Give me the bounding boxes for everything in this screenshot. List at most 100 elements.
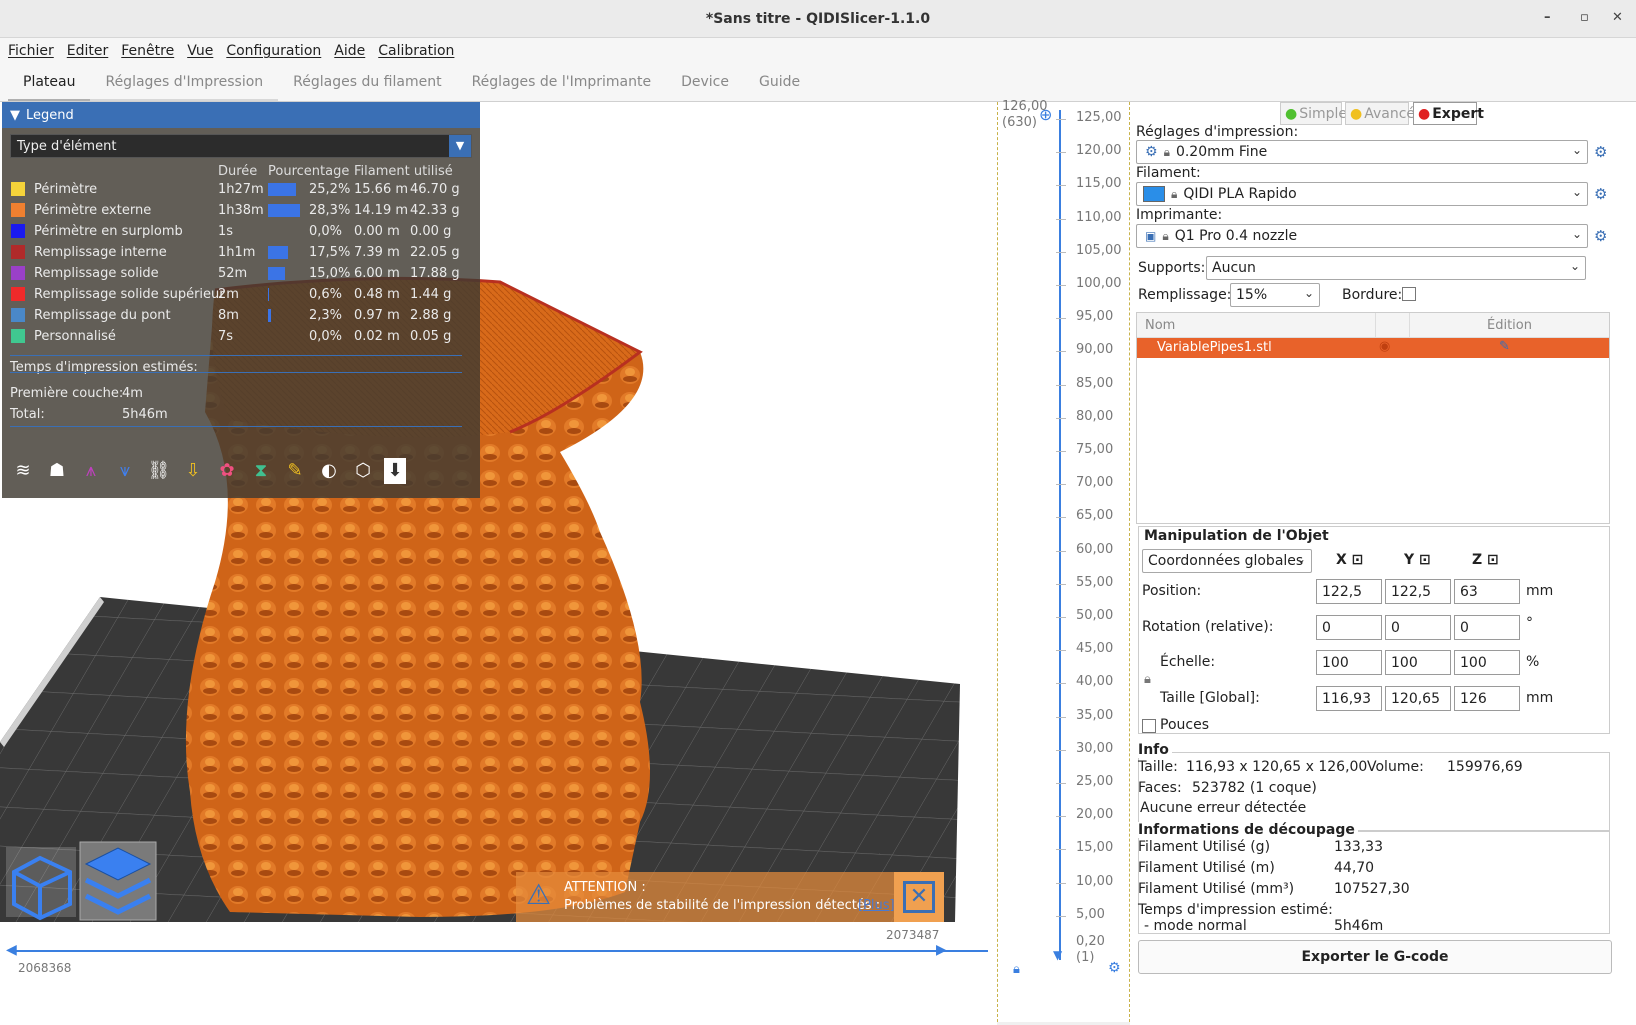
position-x-field[interactable]: 122,5	[1316, 579, 1382, 604]
seams-icon[interactable]: ⛓	[146, 458, 172, 484]
lock-icon[interactable]: 🔒︎	[1013, 962, 1020, 977]
menu-vue[interactable]: Vue	[187, 43, 213, 59]
normal-mode-label: - mode normal	[1144, 918, 1247, 934]
position-label: Position:	[1142, 583, 1202, 599]
info-volume-label: Volume:	[1367, 759, 1424, 775]
object-name: VariablePipes1.stl	[1157, 340, 1272, 355]
tool-changes-icon[interactable]: ⇩	[180, 458, 206, 484]
slider-right-arrow-icon[interactable]: ▶	[936, 942, 947, 958]
filament-select[interactable]: 🔒︎ QIDI PLA Rapido ⌄	[1136, 182, 1588, 206]
legend-row[interactable]: Périmètre 1h27m 25,2% 15.66 m 46.70 g	[2, 178, 480, 200]
uniform-scale-lock-icon[interactable]: 🔒︎	[1144, 672, 1151, 687]
axis-z-label: Z ⊡	[1472, 552, 1499, 568]
printer-select[interactable]: ▣ 🔒︎ Q1 Pro 0.4 nozzle ⌄	[1136, 224, 1588, 248]
scale-z-field[interactable]: 100	[1454, 650, 1520, 675]
legend-row[interactable]: Périmètre en surplomb 1s 0,0% 0.00 m 0.00 g	[2, 220, 480, 242]
size-y-field[interactable]: 120,65	[1385, 686, 1451, 711]
position-y-field[interactable]: 122,5	[1385, 579, 1451, 604]
legend-row[interactable]: Périmètre externe 1h38m 28,3% 14.19 m 42.33 …	[2, 199, 480, 221]
infill-select[interactable]: 15% ⌄	[1230, 283, 1320, 307]
wipe-icon[interactable]: ☗	[44, 458, 70, 484]
manip-title: Manipulation de l'Objet	[1142, 528, 1331, 544]
warning-close-button[interactable]: ✕	[894, 872, 944, 922]
3d-view-button[interactable]	[6, 847, 76, 921]
rotation-y-field[interactable]: 0	[1385, 615, 1451, 640]
maximize-icon[interactable]: ▫	[1580, 10, 1589, 25]
warning-more-link[interactable]: [Plus]	[858, 898, 895, 913]
layer-tick-label: 20,00	[1076, 807, 1114, 823]
custom-gcodes-icon[interactable]: ✎	[282, 458, 308, 484]
layer-tick-mark	[1056, 318, 1066, 320]
menu-calibration[interactable]: Calibration	[378, 43, 454, 59]
color-changes-icon[interactable]: ✿	[214, 458, 240, 484]
pause-prints-icon[interactable]: ⧗	[248, 458, 274, 484]
printer-gear-icon[interactable]: ⚙	[1594, 228, 1610, 244]
export-gcode-button[interactable]: Exporter le G-code	[1138, 940, 1612, 974]
tab-plateau[interactable]: Plateau	[8, 74, 91, 101]
eye-icon[interactable]: ◉	[1379, 339, 1390, 354]
tab-guide[interactable]: Guide	[744, 74, 815, 101]
info-title: Info	[1138, 742, 1172, 758]
menu-fenetre[interactable]: Fenêtre	[121, 43, 174, 59]
size-z-field[interactable]: 126	[1454, 686, 1520, 711]
center-of-gravity-icon[interactable]: ◐	[316, 458, 342, 484]
tab-bar: Plateau Réglages d'Impression Réglages d…	[0, 64, 1636, 102]
rotation-z-field[interactable]: 0	[1454, 615, 1520, 640]
retractions-icon[interactable]: ⩚	[78, 458, 104, 484]
brim-checkbox[interactable]	[1402, 287, 1416, 301]
printer-value: Q1 Pro 0.4 nozzle	[1174, 228, 1298, 244]
close-icon[interactable]: ✕	[1612, 10, 1623, 25]
menu-aide[interactable]: Aide	[334, 43, 365, 59]
slider-lower-thumb-icon[interactable]: ▼	[1053, 948, 1062, 962]
legend-row[interactable]: Remplissage solide 52m 15,0% 6.00 m 17.88 g	[2, 262, 480, 284]
mode-expert-button[interactable]: ● Expert	[1413, 102, 1484, 125]
tool-marker-icon[interactable]: ⬇	[384, 458, 406, 484]
supports-select[interactable]: Aucun ⌄	[1206, 256, 1586, 280]
shells-icon[interactable]: ⬡	[350, 458, 376, 484]
legend-row[interactable]: Remplissage interne 1h1m 17,5% 7.39 m 22.05 …	[2, 241, 480, 263]
minimize-icon[interactable]: –	[1544, 10, 1551, 25]
mode-simple-button[interactable]: ● Simple	[1280, 102, 1347, 125]
position-z-field[interactable]: 63	[1454, 579, 1520, 604]
3d-viewport[interactable]: ▼ Legend Type d'élément ▼ Durée Pourcent…	[0, 102, 997, 1025]
legend-row-weight: 46.70 g	[410, 181, 460, 197]
slider-left-arrow-icon[interactable]: ◀	[6, 942, 17, 958]
tab-print-settings[interactable]: Réglages d'Impression	[90, 74, 279, 101]
settings-gear-icon[interactable]: ⚙	[1108, 960, 1121, 976]
horizontal-slider[interactable]	[10, 950, 988, 952]
size-x-field[interactable]: 116,93	[1316, 686, 1382, 711]
print-settings-gear-icon[interactable]: ⚙	[1594, 144, 1610, 160]
travel-icon[interactable]: ≋	[10, 458, 36, 484]
legend-row-pct: 0,6%	[309, 286, 343, 302]
layer-tick-mark	[1056, 550, 1066, 552]
menu-configuration[interactable]: Configuration	[226, 43, 321, 59]
preview-layers-button[interactable]	[79, 841, 157, 921]
coordinates-select[interactable]: Coordonnées globales ⌄	[1142, 549, 1312, 573]
legend-header[interactable]: ▼ Legend	[2, 102, 480, 128]
scale-y-field[interactable]: 100	[1385, 650, 1451, 675]
tab-filament-settings[interactable]: Réglages du filament	[278, 74, 456, 101]
scale-x-field[interactable]: 100	[1316, 650, 1382, 675]
inches-checkbox[interactable]	[1142, 719, 1156, 733]
legend-row[interactable]: Remplissage solide supérieur 2m 0,6% 0.48 m…	[2, 283, 480, 305]
object-row-selected[interactable]: VariablePipes1.stl ◉ ✎	[1137, 338, 1609, 358]
tab-device[interactable]: Device	[666, 74, 744, 101]
rotation-x-field[interactable]: 0	[1316, 615, 1382, 640]
filament-gear-icon[interactable]: ⚙	[1594, 186, 1610, 202]
legend-type-select[interactable]: Type d'élément ▼	[10, 134, 472, 158]
deretractions-icon[interactable]: ⩛	[112, 458, 138, 484]
legend-row[interactable]: Remplissage du pont 8m 2,3% 0.97 m 2.88 g	[2, 304, 480, 326]
legend-row[interactable]: Personnalisé 7s 0,0% 0.02 m 0.05 g	[2, 325, 480, 347]
menu-fichier[interactable]: Fichier	[8, 43, 54, 59]
add-color-change-icon[interactable]: ⊕	[1039, 105, 1052, 124]
tab-printer-settings[interactable]: Réglages de l'Imprimante	[457, 74, 667, 101]
menu-editer[interactable]: Editer	[67, 43, 108, 59]
layer-bottom-sub: (1)	[1076, 950, 1095, 965]
layer-slider[interactable]: 126,00 (630) ⊕ ▼ 125,00 120,00 115,00 110,0…	[997, 99, 1130, 1022]
layer-tick-mark	[1056, 783, 1066, 784]
layer-tick-mark	[1056, 749, 1066, 751]
print-settings-select[interactable]: ⚙ 🔒︎ 0.20mm Fine ⌄	[1136, 140, 1588, 164]
edit-icon[interactable]: ✎	[1499, 339, 1510, 354]
mode-advanced-button[interactable]: ● Avancé	[1345, 102, 1415, 125]
first-layer-label: Première couche:	[10, 386, 124, 401]
